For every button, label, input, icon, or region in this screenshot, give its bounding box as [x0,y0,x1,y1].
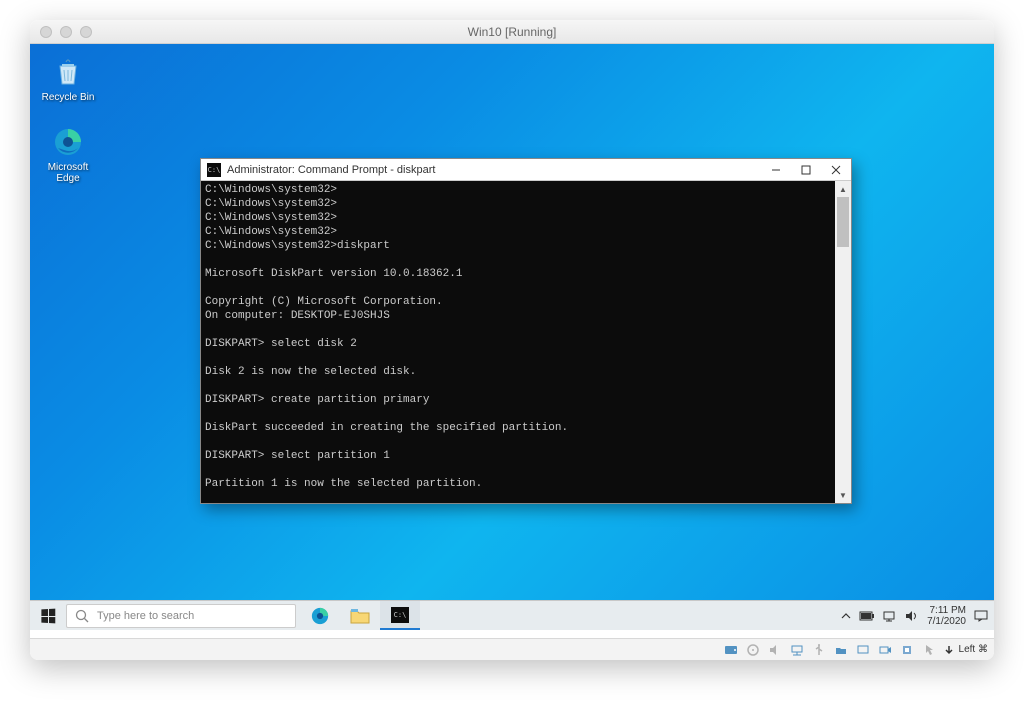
tray-time: 7:11 PM [927,605,966,616]
vb-audio-icon[interactable] [767,642,783,658]
tray-chevron-up-icon[interactable] [841,611,851,621]
vb-hdd-icon[interactable] [723,642,739,658]
windows-logo-icon [41,608,55,623]
vb-shared-folders-icon[interactable] [833,642,849,658]
scroll-track[interactable] [835,197,851,487]
vb-host-key-indicator[interactable]: Left ⌘ [943,644,988,655]
vb-display-icon[interactable] [855,642,871,658]
search-placeholder: Type here to search [97,610,194,622]
host-window: Win10 [Running] Recycle Bin [30,20,994,660]
folder-icon [350,607,370,625]
arrow-down-icon [943,645,955,655]
action-center-icon[interactable] [974,610,988,622]
desktop-icon-recycle-bin[interactable]: Recycle Bin [38,54,98,103]
taskbar-item-edge[interactable] [300,601,340,630]
tray-clock[interactable]: 7:11 PM 7/1/2020 [927,605,966,627]
vb-network-icon[interactable] [789,642,805,658]
virtualbox-status-bar: Left ⌘ [30,638,994,660]
edge-icon [310,606,330,626]
vb-optical-icon[interactable] [745,642,761,658]
battery-icon[interactable] [859,611,875,621]
desktop-icon-edge[interactable]: Microsoft Edge [38,124,98,184]
scroll-thumb[interactable] [837,197,849,247]
taskbar-item-file-explorer[interactable] [340,601,380,630]
terminal-output[interactable]: C:\Windows\system32> C:\Windows\system32… [201,181,835,503]
scroll-down-button[interactable]: ▼ [835,487,851,503]
cmd-window-controls [761,159,851,180]
command-prompt-window: C:\ Administrator: Command Prompt - disk… [200,158,852,504]
minimize-button[interactable] [761,159,791,180]
volume-icon[interactable] [905,610,919,622]
windows-desktop[interactable]: Recycle Bin Microsoft Edge C:\ Administr… [30,44,994,630]
scroll-up-button[interactable]: ▲ [835,181,851,197]
search-input[interactable]: Type here to search [66,604,296,628]
recycle-bin-icon [50,54,86,90]
vb-mouse-icon[interactable] [921,642,937,658]
scrollbar[interactable]: ▲ ▼ [835,181,851,503]
vb-host-key-label: Left ⌘ [959,644,988,655]
desktop-icon-label: Recycle Bin [42,92,95,103]
search-icon [75,609,89,623]
vb-recording-icon[interactable] [877,642,893,658]
maximize-button[interactable] [791,159,821,180]
host-titlebar: Win10 [Running] [30,20,994,44]
network-icon[interactable] [883,610,897,622]
edge-icon [50,124,86,160]
cmd-icon: C:\ [207,163,221,177]
close-button[interactable] [821,159,851,180]
start-button[interactable] [30,601,66,630]
desktop-icon-label: Microsoft Edge [48,162,89,184]
host-title: Win10 [Running] [30,25,994,39]
cmd-icon: C:\ [391,607,409,623]
vb-usb-icon[interactable] [811,642,827,658]
taskbar: Type here to search C: [30,600,994,630]
tray-date: 7/1/2020 [927,616,966,627]
taskbar-pinned-apps: C:\ [300,601,420,630]
vb-cpu-icon[interactable] [899,642,915,658]
cmd-titlebar[interactable]: C:\ Administrator: Command Prompt - disk… [201,159,851,181]
system-tray: 7:11 PM 7/1/2020 [841,605,994,627]
cmd-title: Administrator: Command Prompt - diskpart [227,164,761,176]
taskbar-item-command-prompt[interactable]: C:\ [380,601,420,630]
